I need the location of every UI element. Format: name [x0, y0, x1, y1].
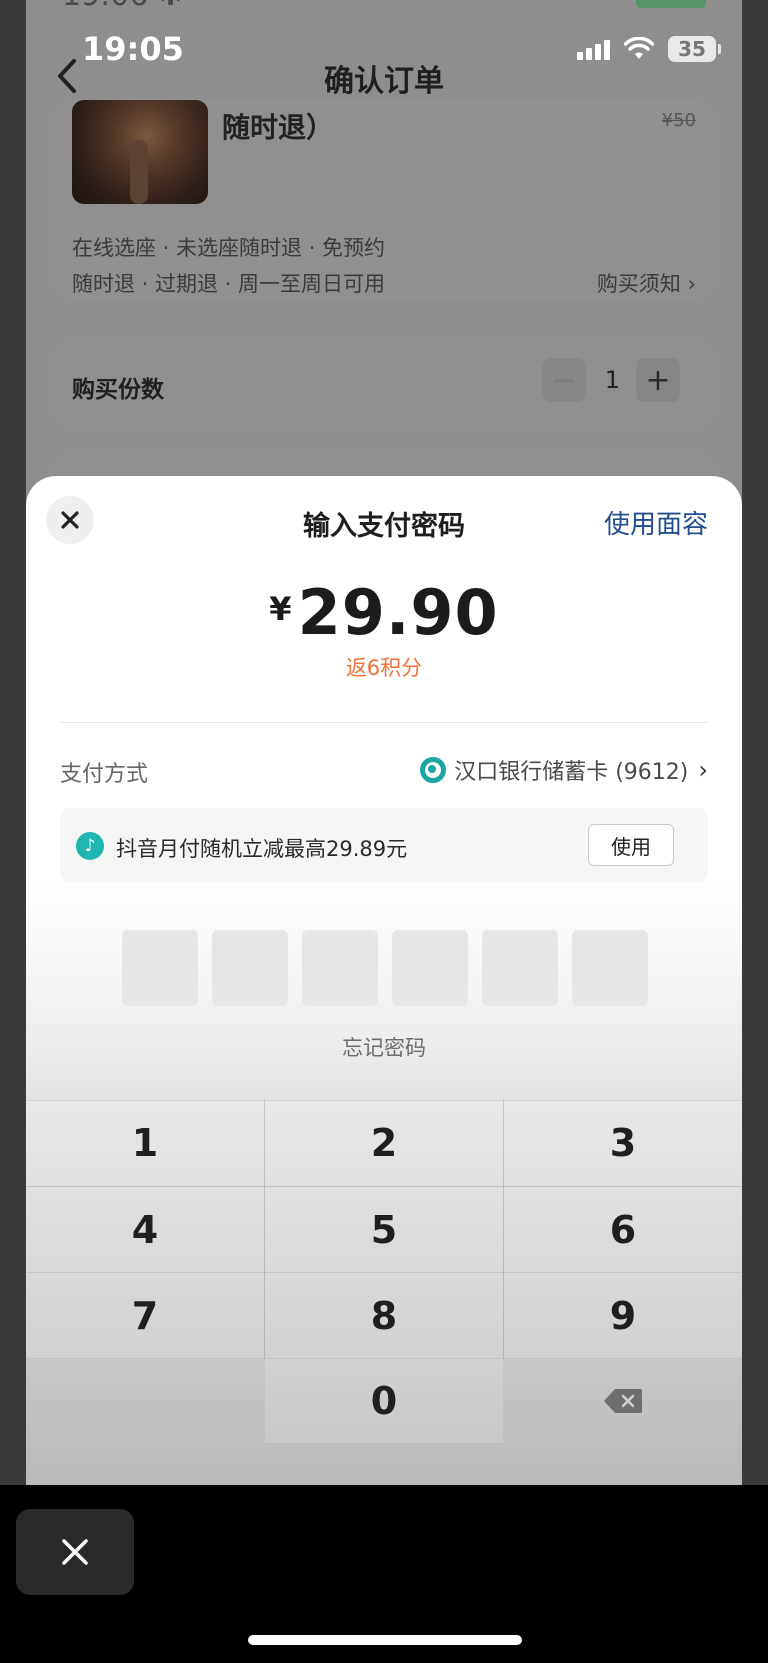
payment-password-sheet: 输入支付密码 使用面容 ¥29.90 返6积分 支付方式 汉口银行储蓄卡 (96… [26, 476, 742, 1485]
home-indicator[interactable] [248, 1635, 522, 1645]
quantity-label: 购买份数 [72, 377, 164, 403]
screen-recording-frame: 19:06 ✱ 19:05 35 确认订单 随时退） ¥50 在线选座 · 未选… [0, 0, 768, 1663]
ticket-tags: 在线选座 · 未选座随时退 · 免预约 [72, 236, 386, 260]
pin-digit-box [572, 930, 648, 1006]
key-1[interactable]: 1 [26, 1100, 264, 1186]
quantity-minus-button[interactable]: − [542, 358, 586, 402]
chevron-right-icon: › [698, 756, 708, 784]
stop-recording-button[interactable] [16, 1509, 134, 1595]
amount-value: 29.90 [297, 576, 499, 649]
payment-method-label: 支付方式 [60, 762, 149, 787]
key-9[interactable]: 9 [504, 1273, 742, 1359]
quantity-value: 1 [604, 366, 620, 394]
divider [60, 722, 708, 723]
numeric-keypad: 1 2 3 4 5 6 7 8 9 0 [26, 1100, 742, 1485]
ghost-battery [636, 0, 706, 8]
pin-digit-box [122, 930, 198, 1006]
ticket-poster-image [72, 100, 208, 204]
payment-method-value: 汉口银行储蓄卡 (9612) [454, 760, 689, 785]
promo-use-button[interactable]: 使用 [588, 824, 674, 866]
original-price: ¥50 [661, 110, 696, 131]
currency-symbol: ¥ [269, 590, 292, 628]
pin-digit-box [392, 930, 468, 1006]
ticket-name: 随时退） [222, 111, 335, 144]
purchase-notice-link[interactable]: 购买须知 › [597, 268, 696, 298]
key-8[interactable]: 8 [265, 1273, 503, 1359]
points-reward: 返6积分 [345, 656, 423, 680]
key-4[interactable]: 4 [26, 1187, 264, 1273]
pin-digit-box [212, 930, 288, 1006]
promo-text: 抖音月付随机立减最高29.89元 [116, 837, 408, 861]
pin-input[interactable] [122, 930, 648, 1006]
close-icon [62, 1539, 88, 1565]
bank-logo-icon [420, 757, 447, 783]
key-0[interactable]: 0 [265, 1359, 503, 1443]
douyin-icon: ♪ [76, 832, 104, 860]
key-7[interactable]: 7 [26, 1273, 264, 1359]
key-6[interactable]: 6 [504, 1187, 742, 1273]
recording-control-bar [0, 1485, 768, 1663]
phone-screen: 19:06 ✱ 19:05 35 确认订单 随时退） ¥50 在线选座 · 未选… [26, 0, 742, 1485]
page-title: 确认订单 [324, 64, 444, 99]
key-5[interactable]: 5 [265, 1187, 503, 1273]
key-3[interactable]: 3 [504, 1100, 742, 1186]
use-face-id-button[interactable]: 使用面容 [604, 504, 708, 541]
payment-method-selector[interactable]: 汉口银行储蓄卡 (9612) › [420, 754, 708, 786]
key-2[interactable]: 2 [265, 1100, 503, 1186]
pin-digit-box [482, 930, 558, 1006]
forgot-password-link[interactable]: 忘记密码 [26, 1032, 742, 1062]
backspace-key[interactable] [504, 1359, 742, 1443]
payment-amount: ¥29.90 [26, 576, 742, 649]
ticket-refund-tags: 随时退 · 过期退 · 周一至周日可用 [72, 272, 386, 296]
ghost-status-text: 19:06 ✱ [62, 0, 183, 13]
pin-digit-box [302, 930, 378, 1006]
backspace-icon [604, 1389, 642, 1413]
quantity-plus-button[interactable]: + [636, 358, 680, 402]
promo-banner: ♪ 抖音月付随机立减最高29.89元 使用 [60, 808, 708, 882]
